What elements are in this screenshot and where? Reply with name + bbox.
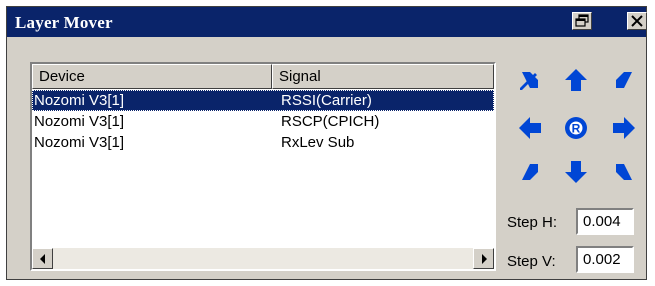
device-cell: Nozomi V3[1]	[34, 134, 125, 151]
scroll-right-icon	[482, 254, 487, 264]
arrow-up-left-icon[interactable]	[611, 159, 637, 185]
reset-circle-icon: R	[565, 117, 587, 139]
table-row[interactable]: Nozomi V3[1] RSSI(Carrier)	[32, 90, 494, 111]
device-cell: Nozomi V3[1]	[34, 92, 125, 109]
direction-pad: R	[511, 63, 641, 203]
list-header: Device Signal	[32, 64, 494, 89]
scroll-right-button[interactable]	[473, 248, 494, 269]
step-h-input[interactable]	[576, 208, 634, 235]
layer-mover-window: Layer Mover Device Signal Nozomi V3[1] RS…	[6, 6, 647, 280]
signal-cell: RxLev Sub	[281, 134, 355, 151]
title-bar[interactable]: Layer Mover	[7, 7, 647, 37]
table-row[interactable]: Nozomi V3[1] RSCP(CPICH)	[32, 111, 494, 132]
close-button[interactable]	[627, 12, 647, 30]
restore-icon	[575, 14, 589, 27]
window-title: Layer Mover	[15, 13, 113, 32]
table-row[interactable]: Nozomi V3[1] RxLev Sub	[32, 132, 494, 153]
step-h-label: Step H:	[507, 214, 558, 231]
close-icon	[631, 15, 643, 27]
scroll-left-icon	[40, 254, 45, 264]
arrow-right-icon[interactable]	[611, 115, 637, 141]
restore-button[interactable]	[572, 12, 592, 30]
column-header-device[interactable]: Device	[32, 64, 272, 89]
reset-button[interactable]: R	[563, 115, 589, 141]
arrow-up-icon[interactable]	[563, 67, 589, 93]
step-v-label: Step V:	[507, 253, 556, 270]
arrow-left-icon[interactable]	[517, 115, 543, 141]
scroll-left-button[interactable]	[32, 248, 53, 269]
signal-cell: RSCP(CPICH)	[281, 113, 380, 130]
list-rows: Nozomi V3[1] RSSI(Carrier) Nozomi V3[1] RSC…	[32, 90, 494, 153]
column-header-signal[interactable]: Signal	[272, 64, 494, 89]
arrow-down-icon[interactable]	[563, 159, 589, 185]
reset-label: R	[572, 122, 581, 136]
signal-cell: RSSI(Carrier)	[281, 92, 372, 109]
layer-list[interactable]: Device Signal Nozomi V3[1] RSSI(Carrier) N…	[30, 62, 496, 271]
arrow-up-right-icon[interactable]	[517, 159, 543, 185]
step-v-input[interactable]	[576, 246, 634, 273]
arrow-down-right-icon[interactable]	[517, 67, 543, 93]
horizontal-scrollbar[interactable]	[32, 248, 494, 269]
device-cell: Nozomi V3[1]	[34, 113, 125, 130]
arrow-down-left-icon[interactable]	[611, 67, 637, 93]
